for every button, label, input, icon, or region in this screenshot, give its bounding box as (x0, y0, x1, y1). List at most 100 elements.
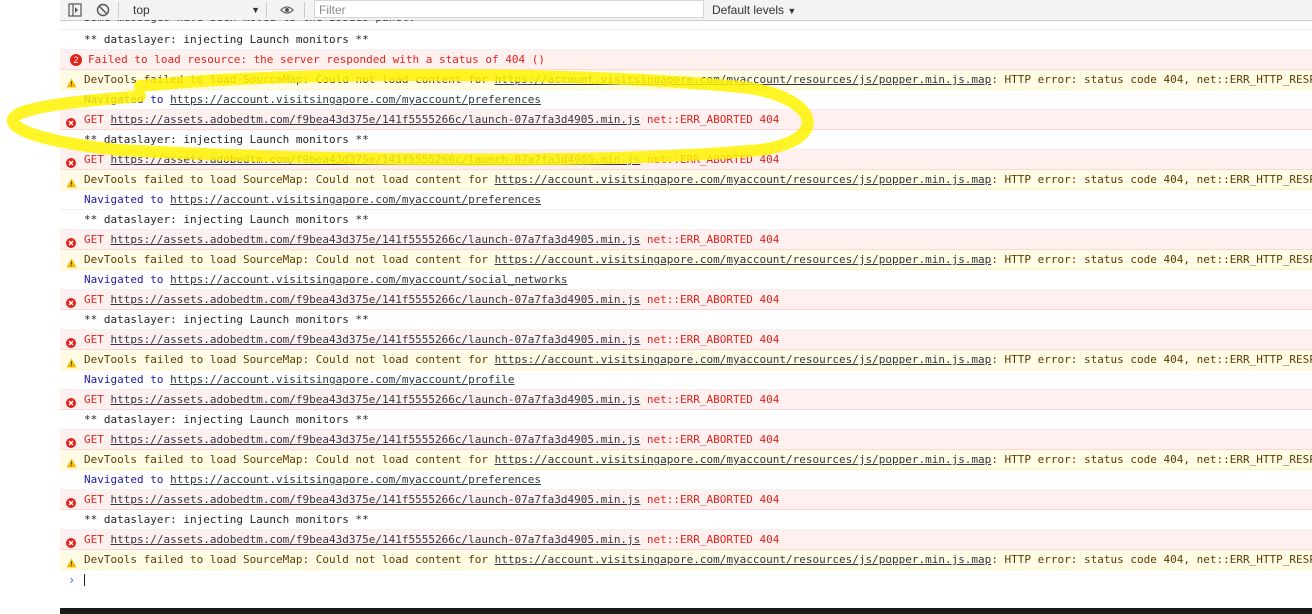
message-link[interactable]: https://assets.adobedtm.com/f9bea43d375e… (111, 233, 641, 246)
message-link[interactable]: https://assets.adobedtm.com/f9bea43d375e… (111, 433, 641, 446)
message-suffix: net::ERR_ABORTED 404 (640, 333, 780, 346)
message-prefix: GET (84, 393, 111, 406)
warning-triangle-icon (66, 75, 77, 88)
console-error-row: GET https://assets.adobedtm.com/f9bea43d… (60, 330, 1312, 350)
message-prefix: DevTools failed to load SourceMap: Could… (84, 353, 495, 366)
message-suffix: net::ERR_ABORTED 404 (640, 153, 780, 166)
console-error-row: GET https://assets.adobedtm.com/f9bea43d… (60, 390, 1312, 410)
message-link[interactable]: https://account.visitsingapore.com/myacc… (495, 553, 992, 566)
message-prefix: DevTools failed to load SourceMap: Could… (84, 73, 495, 86)
console-navigation-row: Navigated to https://account.visitsingap… (60, 90, 1312, 110)
log-levels-dropdown[interactable]: Default levels ▼ (712, 2, 796, 19)
message-text: ** dataslayer: injecting Launch monitors… (84, 33, 369, 46)
error-circle-icon (66, 335, 76, 348)
message-link[interactable]: https://account.visitsingapore.com/myacc… (170, 273, 567, 286)
message-text: GET https://assets.adobedtm.com/f9bea43d… (84, 150, 780, 169)
chevron-down-icon: ▼ (787, 6, 797, 16)
error-circle-icon (66, 115, 76, 128)
message-prefix: GET (84, 533, 111, 546)
console-error-group-row: 2 Failed to load resource: the server re… (60, 50, 1312, 70)
error-circle-icon (66, 295, 76, 308)
text-caret (84, 574, 85, 586)
console-message-truncated: Some messages have been moved to the Iss… (60, 20, 1312, 30)
console-error-row: GET https://assets.adobedtm.com/f9bea43d… (60, 490, 1312, 510)
window-bottom-edge (60, 608, 1312, 614)
message-text: ** dataslayer: injecting Launch monitors… (84, 413, 369, 426)
console-messages: Some messages have been moved to the Iss… (60, 20, 1312, 606)
message-prefix: DevTools failed to load SourceMap: Could… (84, 253, 495, 266)
warning-triangle-icon (66, 555, 77, 568)
message-prefix: GET (84, 433, 111, 446)
message-link[interactable]: https://account.visitsingapore.com/myacc… (495, 353, 992, 366)
console-warning-row: DevTools failed to load SourceMap: Could… (60, 250, 1312, 270)
message-link[interactable]: https://account.visitsingapore.com/myacc… (495, 453, 992, 466)
message-text: GET https://assets.adobedtm.com/f9bea43d… (84, 330, 780, 349)
console-warning-row: DevTools failed to load SourceMap: Could… (60, 550, 1312, 570)
error-circle-icon (66, 395, 76, 408)
message-suffix: net::ERR_ABORTED 404 (640, 293, 780, 306)
message-text: Failed to load resource: the server resp… (88, 53, 545, 66)
error-circle-icon (66, 435, 76, 448)
context-label: top (133, 3, 150, 17)
console-warning-row: DevTools failed to load SourceMap: Could… (60, 450, 1312, 470)
message-suffix: net::ERR_ABORTED 404 (640, 113, 780, 126)
message-text: DevTools failed to load SourceMap: Could… (84, 550, 1312, 569)
console-navigation-row: Navigated to https://account.visitsingap… (60, 370, 1312, 390)
chevron-right-icon: › (68, 573, 76, 587)
console-navigation-row: Navigated to https://account.visitsingap… (60, 470, 1312, 490)
message-suffix: : HTTP error: status code 404, net::ERR_… (991, 173, 1312, 186)
sidebar-toggle-icon[interactable] (68, 3, 82, 17)
message-link[interactable]: https://account.visitsingapore.com/myacc… (495, 73, 992, 86)
message-text: Navigated to https://account.visitsingap… (84, 190, 541, 209)
message-text: DevTools failed to load SourceMap: Could… (84, 250, 1312, 269)
warning-triangle-icon (66, 455, 77, 468)
message-text: DevTools failed to load SourceMap: Could… (84, 450, 1312, 469)
console-toolbar: top ▼ Filter Default levels ▼ (60, 0, 1312, 21)
message-text: ** dataslayer: injecting Launch monitors… (84, 133, 369, 146)
message-suffix: net::ERR_ABORTED 404 (640, 493, 780, 506)
message-link[interactable]: https://account.visitsingapore.com/myacc… (495, 173, 992, 186)
message-text: ** dataslayer: injecting Launch monitors… (84, 313, 369, 326)
message-link[interactable]: https://assets.adobedtm.com/f9bea43d375e… (111, 113, 641, 126)
message-link[interactable]: https://account.visitsingapore.com/myacc… (170, 93, 541, 106)
context-selector[interactable]: top ▼ (130, 2, 260, 18)
toolbar-separator (304, 2, 305, 18)
message-link[interactable]: https://account.visitsingapore.com/myacc… (495, 253, 992, 266)
message-link[interactable]: https://assets.adobedtm.com/f9bea43d375e… (111, 393, 641, 406)
message-link[interactable]: https://assets.adobedtm.com/f9bea43d375e… (111, 153, 641, 166)
console-warning-row: DevTools failed to load SourceMap: Could… (60, 350, 1312, 370)
message-link[interactable]: https://assets.adobedtm.com/f9bea43d375e… (111, 333, 641, 346)
message-prefix: Navigated to (84, 273, 171, 286)
console-warning-row: DevTools failed to load SourceMap: Could… (60, 170, 1312, 190)
toolbar-separator (266, 2, 267, 18)
message-text: GET https://assets.adobedtm.com/f9bea43d… (84, 390, 779, 409)
message-suffix: : HTTP error: status code 404, net::ERR_… (991, 353, 1312, 366)
message-text: DevTools failed to load SourceMap: Could… (84, 70, 1312, 89)
message-link[interactable]: https://assets.adobedtm.com/f9bea43d375e… (111, 493, 641, 506)
warning-triangle-icon (66, 175, 77, 188)
error-circle-icon (66, 495, 76, 508)
message-link[interactable]: https://assets.adobedtm.com/f9bea43d375e… (111, 533, 641, 546)
message-link[interactable]: https://assets.adobedtm.com/f9bea43d375e… (111, 293, 641, 306)
message-link[interactable]: https://account.visitsingapore.com/myacc… (170, 473, 541, 486)
console-error-row: GET https://assets.adobedtm.com/f9bea43d… (60, 530, 1312, 550)
console-navigation-row: Navigated to https://account.visitsingap… (60, 270, 1312, 290)
message-link[interactable]: https://account.visitsingapore.com/myacc… (170, 373, 514, 386)
message-text: ** dataslayer: injecting Launch monitors… (84, 213, 369, 226)
console-warning-row: DevTools failed to load SourceMap: Could… (60, 70, 1312, 90)
message-prefix: DevTools failed to load SourceMap: Could… (84, 553, 495, 566)
message-suffix: : HTTP error: status code 404, net::ERR_… (991, 73, 1312, 86)
error-circle-icon (66, 535, 76, 548)
message-text: Navigated to https://account.visitsingap… (84, 90, 541, 109)
console-log-row: ** dataslayer: injecting Launch monitors… (60, 130, 1312, 150)
warning-triangle-icon (66, 355, 77, 368)
console-error-row: GET https://assets.adobedtm.com/f9bea43d… (60, 110, 1312, 130)
message-prefix: Navigated to (84, 193, 171, 206)
filter-input[interactable]: Filter (314, 0, 704, 18)
message-link[interactable]: https://account.visitsingapore.com/myacc… (170, 193, 541, 206)
message-text: GET https://assets.adobedtm.com/f9bea43d… (84, 490, 780, 509)
console-prompt[interactable]: › (60, 570, 1312, 590)
message-text: GET https://assets.adobedtm.com/f9bea43d… (84, 230, 779, 249)
eye-icon[interactable] (280, 3, 294, 17)
clear-console-icon[interactable] (96, 3, 110, 17)
